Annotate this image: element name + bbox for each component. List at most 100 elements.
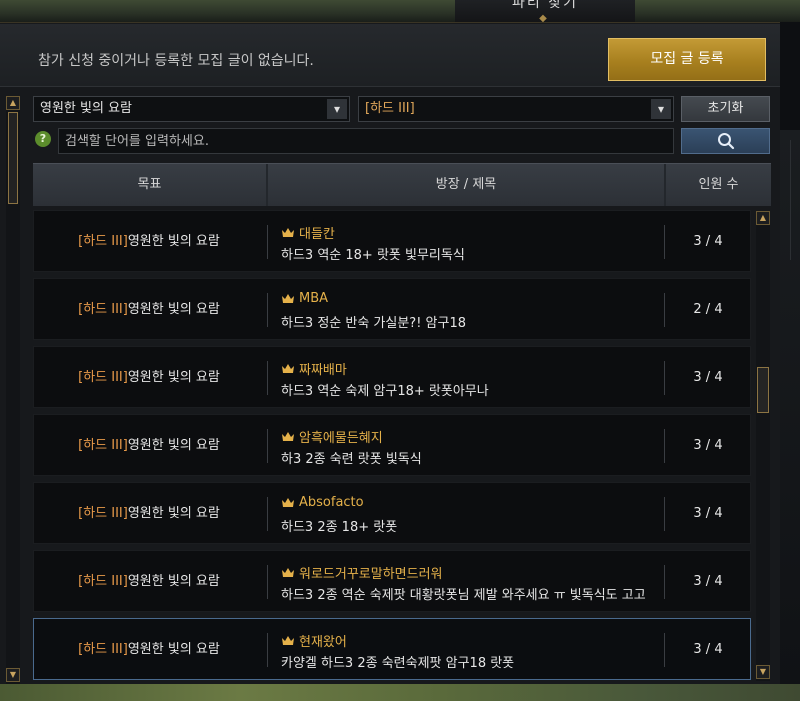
row-member-count: 3 / 4 — [693, 642, 723, 657]
scroll-down-icon[interactable]: ▼ — [6, 668, 20, 682]
row-leader: 대들칸 — [281, 223, 335, 242]
row-divider — [267, 497, 268, 531]
table-row[interactable]: [하드 III]영원한 빛의 요람 대들칸 하드3 역순 18+ 랏폿 빛무리독… — [33, 210, 751, 272]
row-leader: MBA — [281, 291, 328, 306]
row-title: 하드3 역순 숙제 암구18+ 랏폿아무나 — [281, 384, 489, 399]
row-target: [하드 III]영원한 빛의 요람 — [34, 619, 264, 681]
table-header: 목표 방장 / 제목 인원 수 — [33, 163, 771, 206]
row-member-count: 3 / 4 — [693, 438, 723, 453]
row-raid: 영원한 빛의 요람 — [127, 574, 220, 589]
row-leader: 짜짜배마 — [281, 359, 347, 378]
row-title: 하드3 정순 반숙 가실분?! 암구18 — [281, 316, 467, 331]
raid-select-value: 영원한 빛의 요람 — [40, 101, 132, 116]
row-divider — [664, 225, 665, 259]
table-row[interactable]: [하드 III]영원한 빛의 요람 짜짜배마 하드3 역순 숙제 암구18+ 랏… — [33, 346, 751, 408]
header-members[interactable]: 인원 수 — [666, 164, 771, 206]
party-finder-screen: 파티 찾기 ◆ 참가 신청 중이거나 등록한 모집 글이 없습니다. 모집 글 … — [0, 0, 800, 701]
row-member-count: 3 / 4 — [693, 370, 723, 385]
search-button[interactable] — [681, 128, 770, 154]
row-difficulty: [하드 III] — [78, 370, 128, 385]
crown-icon — [282, 498, 294, 507]
row-raid: 영원한 빛의 요람 — [127, 302, 220, 317]
row-target: [하드 III]영원한 빛의 요람 — [34, 347, 264, 409]
row-leader-name: MBA — [299, 291, 329, 306]
row-leader: Absofacto — [281, 495, 364, 510]
row-leader-name: 짜짜배마 — [299, 363, 347, 378]
notice-text: 참가 신청 중이거나 등록한 모집 글이 없습니다. — [38, 53, 314, 69]
row-title: 하드3 2종 역순 숙제팟 대황랏폿님 제발 와주세요 ㅠ 빛독식도 고고 — [281, 588, 646, 603]
list-scrollbar[interactable]: ▲ ▼ — [756, 211, 770, 681]
crown-icon — [282, 636, 294, 645]
row-target: [하드 III]영원한 빛의 요람 — [34, 279, 264, 341]
difficulty-select-value: [하드 III] — [365, 101, 415, 116]
row-leader-name: 현재왔어 — [299, 635, 347, 650]
row-difficulty: [하드 III] — [78, 302, 128, 317]
row-leader-name: 암흑에물든혜지 — [299, 431, 383, 446]
scroll-thumb[interactable] — [757, 367, 769, 413]
left-scrollbar[interactable]: ▲ ▼ — [6, 96, 20, 684]
side-panel-edge — [790, 140, 800, 260]
row-divider — [664, 633, 665, 667]
row-leader-name: 대들칸 — [299, 227, 335, 242]
row-difficulty: [하드 III] — [78, 506, 128, 521]
row-target: [하드 III]영원한 빛의 요람 — [34, 415, 264, 477]
row-target: [하드 III]영원한 빛의 요람 — [34, 551, 264, 613]
crown-icon — [282, 432, 294, 441]
row-member-count: 3 / 4 — [693, 234, 723, 249]
row-difficulty: [하드 III] — [78, 438, 128, 453]
row-title: 하드3 역순 18+ 랏폿 빛무리독식 — [281, 248, 465, 263]
row-member-count: 3 / 4 — [693, 574, 723, 589]
row-raid: 영원한 빛의 요람 — [127, 506, 220, 521]
row-divider — [267, 293, 268, 327]
table-row-selected[interactable]: [하드 III]영원한 빛의 요람 현재왔어 카양겔 하드3 2종 숙련숙제팟 … — [33, 618, 751, 680]
row-divider — [664, 429, 665, 463]
search-icon — [717, 133, 734, 150]
row-member-count: 2 / 4 — [693, 302, 723, 317]
row-divider — [664, 565, 665, 599]
row-title: 하드3 2종 18+ 랏폿 — [281, 520, 398, 535]
header-leader-title[interactable]: 방장 / 제목 — [268, 164, 664, 206]
chevron-down-icon[interactable]: ▾ — [327, 99, 347, 119]
crown-icon — [282, 228, 294, 237]
table-row[interactable]: [하드 III]영원한 빛의 요람 Absofacto 하드3 2종 18+ 랏… — [33, 482, 751, 544]
row-raid: 영원한 빛의 요람 — [127, 370, 220, 385]
background-scene-top — [0, 0, 800, 22]
scroll-thumb[interactable] — [8, 112, 18, 204]
crown-icon — [282, 568, 294, 577]
row-difficulty: [하드 III] — [78, 234, 128, 249]
row-leader: 암흑에물든혜지 — [281, 427, 383, 446]
row-divider — [267, 429, 268, 463]
table-row[interactable]: [하드 III]영원한 빛의 요람 워로드거꾸로말하면드러워 하드3 2종 역순… — [33, 550, 751, 612]
raid-select[interactable]: 영원한 빛의 요람 ▾ — [33, 96, 350, 122]
row-divider — [267, 633, 268, 667]
row-title: 하3 2종 숙련 랏폿 빛독식 — [281, 452, 422, 467]
row-leader-name: Absofacto — [299, 495, 364, 510]
help-icon[interactable]: ? — [35, 131, 51, 147]
row-leader-name: 워로드거꾸로말하면드러워 — [299, 567, 443, 582]
row-raid: 영원한 빛의 요람 — [127, 642, 220, 657]
scroll-down-icon[interactable]: ▼ — [756, 665, 770, 679]
crown-icon — [282, 294, 294, 303]
reset-button[interactable]: 초기화 — [681, 96, 770, 122]
row-divider — [267, 565, 268, 599]
scroll-up-icon[interactable]: ▲ — [756, 211, 770, 225]
register-recruit-button[interactable]: 모집 글 등록 — [608, 38, 766, 81]
row-divider — [664, 361, 665, 395]
search-input[interactable] — [58, 128, 674, 154]
row-difficulty: [하드 III] — [78, 574, 128, 589]
table-row[interactable]: [하드 III]영원한 빛의 요람 MBA 하드3 정순 반숙 가실분?! 암구… — [33, 278, 751, 340]
row-difficulty: [하드 III] — [78, 642, 128, 657]
scroll-up-icon[interactable]: ▲ — [6, 96, 20, 110]
background-scene-bottom — [0, 684, 800, 701]
row-divider — [664, 293, 665, 327]
row-divider — [267, 361, 268, 395]
chevron-down-icon[interactable]: ▾ — [651, 99, 671, 119]
table-row[interactable]: [하드 III]영원한 빛의 요람 암흑에물든혜지 하3 2종 숙련 랏폿 빛독… — [33, 414, 751, 476]
header-target[interactable]: 목표 — [33, 164, 266, 206]
window-title: 파티 찾기 — [512, 0, 578, 11]
row-divider — [267, 225, 268, 259]
row-raid: 영원한 빛의 요람 — [127, 438, 220, 453]
difficulty-select[interactable]: [하드 III] ▾ — [358, 96, 674, 122]
row-title: 카양겔 하드3 2종 숙련숙제팟 암구18 랏폿 — [281, 656, 515, 671]
row-leader: 워로드거꾸로말하면드러워 — [281, 563, 443, 582]
